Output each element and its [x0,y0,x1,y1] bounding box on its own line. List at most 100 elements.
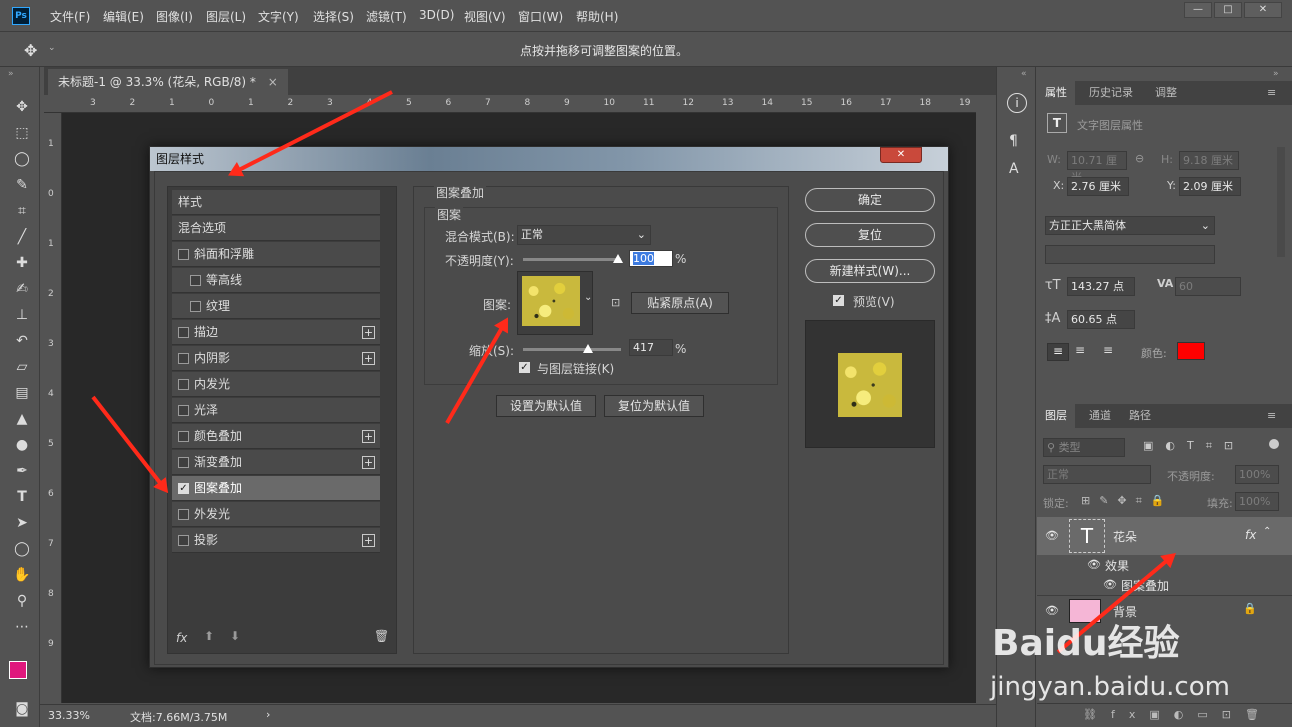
move-tool-icon[interactable]: ✥ [24,41,37,60]
pattern-picker[interactable]: ⌄ [517,271,593,335]
style-item[interactable]: 斜面和浮雕 [172,242,380,267]
type-icon[interactable]: T [12,487,32,507]
menu-3d[interactable]: 3D(D) [419,8,454,22]
menu-view[interactable]: 视图(V) [464,8,506,25]
properties-scrollbar[interactable] [1277,147,1285,257]
style-item[interactable]: 渐变叠加 + [172,450,380,475]
character-panel-icon[interactable]: A [1009,161,1019,177]
menu-window[interactable]: 窗口(W) [518,8,563,25]
add-style-icon[interactable]: + [362,456,375,469]
minimize-button[interactable]: — [1184,2,1212,18]
healing-icon[interactable]: ✚ [12,253,32,273]
style-checkbox[interactable] [178,379,189,390]
collapse-icon[interactable]: » [1273,69,1279,79]
link-icon[interactable]: ⊖ [1135,152,1144,165]
eyedropper-icon[interactable]: ╱ [12,227,32,247]
menu-select[interactable]: 选择(S) [313,8,354,25]
layers-footer-icons[interactable]: ⛓fx▣◐▭⊡🗑 [1037,703,1292,727]
menu-filter[interactable]: 滤镜(T) [366,8,407,25]
style-checkbox[interactable] [178,405,189,416]
add-style-icon[interactable]: + [362,352,375,365]
shape-icon[interactable]: ◯ [12,539,32,559]
style-item[interactable]: 纹理 [172,294,380,319]
menu-file[interactable]: 文件(F) [50,8,90,25]
scale-slider-handle[interactable] [583,344,593,353]
set-default-button[interactable]: 设置为默认值 [496,395,596,417]
lock-icons[interactable]: ⊞✎✥⌗🔒 [1081,494,1174,508]
effect-item-row[interactable]: 👁 图案叠加 [1037,575,1292,595]
scale-slider-track[interactable] [523,348,621,351]
style-item[interactable]: 光泽 [172,398,380,423]
quick-mask-icon[interactable]: ◙ [12,699,32,719]
gradient-icon[interactable]: ▤ [12,383,32,403]
stamp-icon[interactable]: ⊥ [12,305,32,325]
style-item[interactable]: 颜色叠加 + [172,424,380,449]
zoom-icon[interactable]: ⚲ [12,591,32,611]
tab-history[interactable]: 历史记录 [1081,81,1141,105]
lasso-icon[interactable]: ◯ [12,149,32,169]
tab-adjustments[interactable]: 调整 [1147,81,1185,105]
scale-input[interactable]: 417 [629,339,673,356]
text-color-swatch[interactable] [1177,342,1205,360]
style-item[interactable]: 描边 + [172,320,380,345]
add-style-icon[interactable]: + [362,326,375,339]
collapse-icon[interactable]: « [1021,69,1027,79]
snap-to-origin-button[interactable]: 贴紧原点(A) [631,292,729,314]
layer-filter-select[interactable]: ⚲ 类型 [1043,438,1125,457]
menu-edit[interactable]: 编辑(E) [103,8,144,25]
style-checkbox[interactable] [178,249,189,260]
quick-select-icon[interactable]: ✎ [12,175,32,195]
font-size-field[interactable]: 143.27 点 [1067,277,1135,296]
chevron-down-icon[interactable]: ⌄ [584,292,592,303]
move-up-icon[interactable]: ⬆ [204,629,214,643]
style-checkbox[interactable] [190,301,201,312]
blend-mode-select[interactable]: 正常 ⌄ [517,225,651,245]
link-with-layer-checkbox[interactable]: ✓ [519,362,530,373]
style-item[interactable]: 内阴影 + [172,346,380,371]
tracking-field[interactable]: 60 [1175,277,1241,296]
style-item[interactable]: 内发光 [172,372,380,397]
move-down-icon[interactable]: ⬇ [230,629,240,643]
style-checkbox[interactable] [178,509,189,520]
menu-image[interactable]: 图像(I) [156,8,193,25]
style-item[interactable]: ✓ 图案叠加 [172,476,380,501]
history-brush-icon[interactable]: ↶ [12,331,32,351]
close-tab-icon[interactable]: × [268,75,278,89]
styles-header[interactable]: 样式 [172,190,380,215]
reset-default-button[interactable]: 复位为默认值 [604,395,704,417]
visibility-eye-icon[interactable]: 👁 [1103,578,1117,591]
reset-button[interactable]: 复位 [805,223,935,247]
style-checkbox[interactable] [178,431,189,442]
document-tab[interactable]: 未标题-1 @ 33.3% (花朵, RGB/8) * × [48,69,288,95]
height-field[interactable]: 9.18 厘米 [1179,151,1239,170]
hand-icon[interactable]: ✋ [12,565,32,585]
preview-checkbox[interactable]: ✓ [833,295,844,306]
visibility-eye-icon[interactable]: 👁 [1045,529,1059,542]
paragraph-panel-icon[interactable]: ¶ [1009,133,1018,149]
trash-icon[interactable]: 🗑 [374,629,389,643]
collapse-icon[interactable]: » [8,69,14,79]
visibility-eye-icon[interactable]: 👁 [1087,558,1101,571]
layer-blend-select[interactable]: 正常 [1043,465,1151,484]
style-item[interactable]: 等高线 [172,268,380,293]
y-field[interactable]: 2.09 厘米 [1179,177,1241,196]
zoom-level[interactable]: 33.33% [48,709,90,722]
menu-layer[interactable]: 图层(L) [206,8,246,25]
add-style-icon[interactable]: + [362,430,375,443]
tab-channels[interactable]: 通道 [1081,404,1119,428]
foreground-color-swatch[interactable] [9,661,27,679]
status-arrow-icon[interactable]: › [266,708,270,721]
align-left-icon[interactable]: ≡ [1047,343,1069,361]
close-window-button[interactable]: ✕ [1244,2,1282,18]
style-checkbox[interactable] [178,535,189,546]
panel-menu-icon[interactable]: ≡ [1267,81,1276,105]
style-checkbox[interactable] [178,327,189,338]
layer-row-text[interactable]: 👁 T 花朵 fx ⌃ [1037,517,1292,555]
brush-icon[interactable]: ✍ [12,279,32,299]
crop-icon[interactable]: ⌗ [12,201,32,221]
layer-filter-icons[interactable]: ▣◐T⌗⊡ [1143,439,1245,453]
blur-icon[interactable]: ▲ [12,409,32,429]
add-style-icon[interactable]: + [362,534,375,547]
style-checkbox[interactable] [178,353,189,364]
font-style-select[interactable] [1045,245,1215,264]
